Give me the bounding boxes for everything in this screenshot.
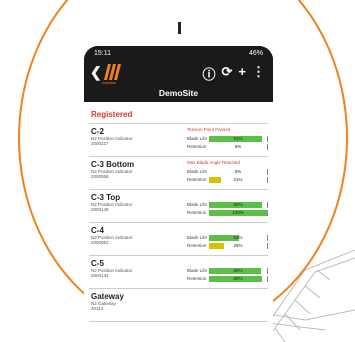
meter-end-marker xyxy=(267,136,268,142)
retention-track: 92% xyxy=(209,276,267,282)
retention-track: 25% xyxy=(209,243,267,249)
meter-end-marker xyxy=(267,235,268,241)
retention-meter: Retention 0% xyxy=(187,144,269,150)
list-item[interactable]: Gateway N2 Gateway 20114 xyxy=(89,289,268,322)
page-title: DemoSite xyxy=(158,88,199,98)
retention-track: 0% xyxy=(209,144,267,150)
back-arrow-icon[interactable]: ❮ xyxy=(90,64,102,81)
blade-track: 90% xyxy=(209,268,267,274)
meter-end-marker xyxy=(267,144,268,150)
blade-track: 0% xyxy=(209,169,267,175)
pointer-tick xyxy=(178,22,181,34)
retention-meter: Retention 21% xyxy=(187,177,269,183)
blade-meter: Blade Life 91% xyxy=(187,136,269,142)
blade-label: Blade Life xyxy=(187,268,208,273)
meter-end-marker xyxy=(267,268,268,274)
device-name: C-2 xyxy=(91,127,104,136)
blade-value: 90% xyxy=(233,268,243,273)
blade-value: 92% xyxy=(233,202,243,207)
retention-value: 25% xyxy=(233,243,243,248)
meter-end-marker xyxy=(267,169,268,175)
blade-meter: Blade Life 52% xyxy=(187,235,269,241)
retention-meter: Retention 100% xyxy=(187,210,269,216)
blade-label: Blade Life xyxy=(187,136,208,141)
retention-label: Retention xyxy=(187,243,207,248)
refresh-icon[interactable]: ⟳ xyxy=(222,64,233,83)
blade-label: Blade Life xyxy=(187,235,208,240)
meter-end-marker xyxy=(267,276,268,282)
blade-track: 92% xyxy=(209,202,267,208)
retention-value: 100% xyxy=(232,210,244,215)
meter-end-marker xyxy=(267,177,268,183)
blade-meter: Blade Life 92% xyxy=(187,202,269,208)
plus-icon[interactable]: + xyxy=(238,64,246,83)
blade-meter: Blade Life 90% xyxy=(187,268,269,274)
retention-label: Retention xyxy=(187,210,207,215)
list-item[interactable]: C-3 Top N2 Position Indicator 2000148 Bl… xyxy=(89,190,268,223)
list-item[interactable]: C-5 N2 Position Indicator 2000134 Blade … xyxy=(89,256,268,289)
device-name: C-5 xyxy=(91,259,104,268)
retention-meter: Retention 25% xyxy=(187,243,269,249)
blade-track: 52% xyxy=(209,235,267,241)
status-time: 15:11 xyxy=(94,49,111,57)
blade-track: 91% xyxy=(209,136,267,142)
list-item[interactable]: C-4 N2 Position Indicator 2000062 Blade … xyxy=(89,223,268,256)
brand-text: manitou xyxy=(102,80,117,85)
retention-label: Retention xyxy=(187,276,207,281)
status-bar: 15:11 46% xyxy=(84,46,273,60)
device-name: Gateway xyxy=(91,292,124,301)
retention-value: 21% xyxy=(233,177,243,182)
status-battery: 46% xyxy=(248,49,263,57)
more-vert-icon[interactable]: ⋮ xyxy=(252,64,265,83)
blade-value: 0% xyxy=(234,169,242,174)
manitou-logo xyxy=(104,64,121,80)
blade-meter: Blade Life 0% xyxy=(187,169,269,175)
blade-value: 91% xyxy=(233,136,243,141)
retention-label: Retention xyxy=(187,144,207,149)
blade-label: Blade Life xyxy=(187,202,208,207)
retention-track: 21% xyxy=(209,177,267,183)
retention-value: 92% xyxy=(233,276,243,281)
device-name: C-3 Top xyxy=(91,193,121,202)
device-serial: 20114 xyxy=(91,306,104,311)
blade-value: 52% xyxy=(233,235,243,240)
info-icon[interactable]: ⓘ xyxy=(202,64,215,83)
device-name: C-4 xyxy=(91,226,104,235)
retention-label: Retention xyxy=(187,177,207,182)
retention-value: 0% xyxy=(234,144,242,149)
list-item[interactable]: C-2 N2 Position Indicator 2000227 Tension… xyxy=(89,124,268,157)
alert-text: Max Blade Angle Reached xyxy=(187,160,241,165)
list-item[interactable]: C-3 Bottom N2 Position Indicator 2000068… xyxy=(89,157,268,190)
meter-end-marker xyxy=(267,243,268,249)
meter-end-marker xyxy=(267,210,268,216)
blade-label: Blade Life xyxy=(187,169,208,174)
alert-text: Tension Point Passed xyxy=(187,127,231,132)
section-header: Registered xyxy=(89,102,268,124)
phone-screen: 15:11 46% ❮ manitou ⓘ ⟳ + ⋮ DemoSite Reg… xyxy=(84,46,273,342)
meter-end-marker xyxy=(267,202,268,208)
device-list: Registered C-2 N2 Position Indicator 200… xyxy=(84,102,273,342)
retention-track: 100% xyxy=(209,210,267,216)
retention-meter: Retention 92% xyxy=(187,276,269,282)
app-bar: ❮ manitou ⓘ ⟳ + ⋮ DemoSite xyxy=(84,60,273,102)
